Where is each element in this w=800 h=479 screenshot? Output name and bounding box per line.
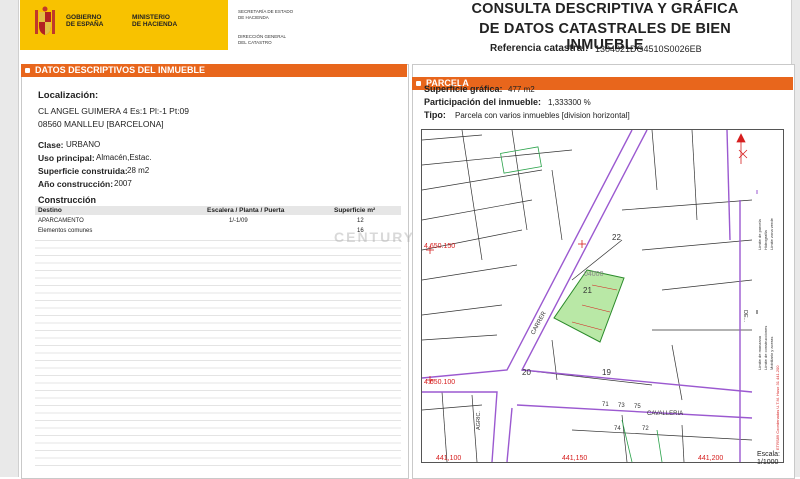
number-72: 72 bbox=[642, 426, 649, 432]
viewer-left-edge bbox=[0, 0, 19, 477]
map-legend: Límite de parcela Hidrografía Límite zon… bbox=[753, 129, 784, 463]
street-right: DE... bbox=[742, 310, 748, 323]
bottom-coord-2: 441,150 bbox=[562, 455, 587, 462]
gov-name: GOBIERNO DE ESPAÑA bbox=[66, 14, 103, 28]
th-escalera: Escalera / Planta / Puerta bbox=[207, 207, 285, 214]
descriptive-data-header: DATOS DESCRIPTIVOS DEL INMUEBLE bbox=[21, 64, 407, 77]
number-75: 75 bbox=[634, 404, 641, 410]
row1-superficie: 12 bbox=[357, 218, 364, 224]
north-arrow-icon bbox=[736, 133, 746, 164]
ref-catastral-label: Referencia catastral: bbox=[490, 43, 589, 54]
row2-destino: Elementos comunes bbox=[38, 228, 93, 234]
superficie-grafica-value: 477 m2 bbox=[508, 85, 535, 94]
bottom-coord-3: 441,200 bbox=[698, 455, 723, 462]
secretaria-label: SECRETARÍA DE ESTADO DE HACIENDA bbox=[238, 9, 293, 20]
number-71: 71 bbox=[602, 402, 609, 408]
clase-label: Clase: bbox=[38, 140, 64, 150]
th-destino: Destino bbox=[38, 207, 62, 214]
tipo-label: Tipo: bbox=[424, 110, 446, 120]
scale-label: Escala: bbox=[757, 451, 780, 458]
number-73: 73 bbox=[618, 403, 625, 409]
parcel-21-label: 21 bbox=[583, 286, 592, 295]
coord-mid-left: 4.650.100 bbox=[424, 379, 455, 386]
gov-line2: DE ESPAÑA bbox=[66, 21, 104, 28]
legend-item-1: Límite de parcela bbox=[757, 219, 762, 250]
ministry-name: MINISTERIO DE HACIENDA bbox=[132, 14, 177, 28]
legend-item-5: Límite de construcciones bbox=[763, 326, 768, 370]
ref-catastral-value: 1304021DG4510S0026EB bbox=[595, 44, 702, 54]
th-superficie: Superficie m² bbox=[334, 207, 376, 214]
row1-escalera: 1/-1/09 bbox=[229, 218, 248, 224]
table-empty-rows bbox=[35, 240, 401, 470]
ministry-line2: DE HACIENDA bbox=[132, 21, 178, 28]
legend-item-6: Mobiliario y aceras bbox=[769, 337, 774, 370]
construccion-label: Construcción bbox=[38, 195, 97, 205]
street-cavalleria: CAVALLERIA bbox=[647, 411, 683, 417]
participacion-value: 1,333300 % bbox=[548, 98, 591, 107]
uso-label: Uso principal: bbox=[38, 153, 95, 163]
address-line1: CL ANGEL GUIMERA 4 Es:1 Pl:-1 Pt:09 bbox=[38, 106, 190, 116]
legend-item-2: Hidrografía bbox=[763, 229, 768, 250]
spain-coat-of-arms-icon bbox=[35, 6, 55, 35]
anio-value: 2007 bbox=[114, 179, 132, 188]
header-bullet-icon bbox=[416, 81, 421, 86]
uso-value: Almacén,Estac. bbox=[96, 153, 152, 162]
legend-coord-system: ETRS89 Coordenadas U.T.M. Huso 31 441.20… bbox=[775, 365, 780, 450]
cadastral-map-drawing: 22 21 20 19 04000 71 73 75 74 72 4.650.1… bbox=[422, 130, 753, 462]
direccion-label: DIRECCIÓN GENERAL DEL CATASTRO bbox=[238, 34, 286, 45]
clase-value: URBANO bbox=[66, 140, 101, 149]
row1-destino: APARCAMENTO bbox=[38, 218, 84, 224]
coord-top-left: 4.650.150 bbox=[424, 243, 455, 250]
cadastral-map[interactable]: 22 21 20 19 04000 71 73 75 74 72 4.650.1… bbox=[421, 129, 755, 463]
document-title-line1: CONSULTA DESCRIPTIVA Y GRÁFICA bbox=[471, 1, 739, 17]
gov-line1: GOBIERNO bbox=[66, 14, 102, 21]
parcel-20-label: 20 bbox=[522, 368, 531, 377]
superficie-construida-label: Superficie construida: bbox=[38, 166, 128, 176]
tipo-value: Parcela con varios inmuebles [division h… bbox=[455, 111, 630, 120]
parcel-22-label: 22 bbox=[612, 233, 621, 242]
header-bullet-icon bbox=[25, 68, 30, 73]
parcel-ref-label: 04000 bbox=[584, 271, 604, 278]
localizacion-label: Localización: bbox=[38, 90, 99, 101]
secretaria-line2: DE HACIENDA bbox=[238, 14, 269, 20]
address-line2: 08560 MANLLEU [BARCELONA] bbox=[38, 119, 164, 129]
legend-item-3: Límite zona verde bbox=[769, 217, 774, 250]
scale-value: 1/1000 bbox=[757, 459, 779, 466]
superficie-construida-value: 28 m2 bbox=[127, 166, 150, 175]
street-carrer: CARRER bbox=[530, 310, 548, 336]
secretaria-line1: SECRETARÍA DE ESTADO bbox=[238, 9, 294, 14]
number-74: 74 bbox=[614, 426, 621, 432]
direccion-line1: DIRECCIÓN GENERAL bbox=[238, 34, 287, 39]
superficie-grafica-label: Superficie gráfica: bbox=[424, 84, 503, 94]
descriptive-data-title: DATOS DESCRIPTIVOS DEL INMUEBLE bbox=[35, 65, 206, 75]
ministry-line1: MINISTERIO bbox=[132, 14, 170, 21]
direccion-line2: DEL CATASTRO bbox=[238, 39, 272, 45]
participacion-label: Participación del inmueble: bbox=[424, 97, 542, 107]
anio-label: Año construcción: bbox=[38, 179, 114, 189]
street-agric: AGRIC. bbox=[476, 411, 482, 430]
legend-item-4: Límite de manzana bbox=[757, 335, 762, 370]
parcel-19-label: 19 bbox=[602, 368, 611, 377]
bottom-coord-1: 441,100 bbox=[436, 455, 461, 462]
